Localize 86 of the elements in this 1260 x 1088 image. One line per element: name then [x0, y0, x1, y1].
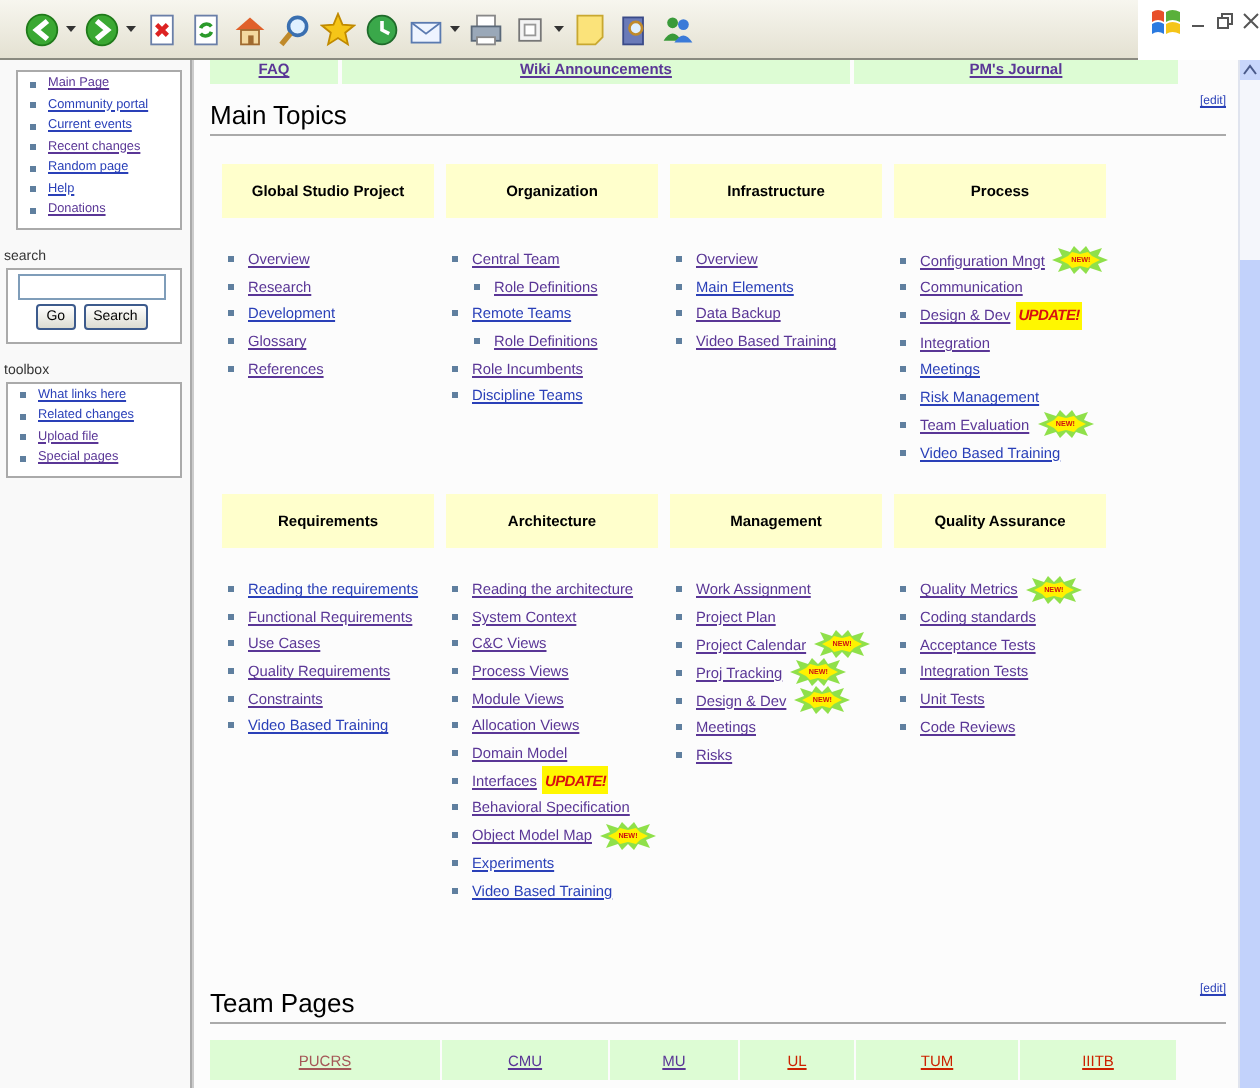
- bullet-icon: [228, 695, 234, 702]
- bullet-icon: [452, 749, 458, 756]
- star-icon[interactable]: [320, 11, 356, 47]
- bullet-icon: [20, 455, 26, 462]
- bullet-icon: [228, 668, 234, 675]
- bullet-icon: [228, 365, 234, 372]
- bullet-icon: [900, 696, 906, 703]
- bullet-icon: [900, 668, 906, 675]
- messenger-icon[interactable]: [660, 11, 696, 47]
- bullet-icon: [676, 586, 682, 593]
- bullet-icon: [30, 81, 36, 88]
- bullet-icon: [676, 338, 682, 345]
- bullet-icon: [228, 640, 234, 647]
- bullet-icon: [676, 724, 682, 731]
- bullet-icon: [228, 256, 234, 263]
- bullet-icon: [900, 641, 906, 648]
- bullet-icon: [474, 283, 480, 290]
- restore-icon[interactable]: [1216, 12, 1234, 30]
- bullet-icon: [452, 668, 458, 675]
- bullet-icon: [452, 887, 458, 894]
- caret-icon[interactable]: [554, 26, 564, 32]
- bullet-icon: [676, 310, 682, 317]
- section-heading: Main Topics: [210, 100, 347, 130]
- scroll-up-icon[interactable]: [1240, 60, 1260, 80]
- bullet-icon: [30, 186, 36, 193]
- bullet-icon: [30, 102, 36, 109]
- close-icon[interactable]: [1242, 12, 1260, 30]
- bullet-icon: [30, 144, 36, 151]
- bullet-icon: [676, 613, 682, 620]
- bullet-icon: [900, 586, 906, 593]
- bullet-icon: [228, 613, 234, 620]
- bullet-icon: [228, 310, 234, 317]
- history-icon[interactable]: [364, 11, 400, 47]
- bullet-icon: [900, 449, 906, 456]
- bullet-icon: [452, 310, 458, 317]
- bullet-icon: [452, 586, 458, 593]
- search-icon[interactable]: [276, 11, 312, 47]
- bullet-icon: [20, 392, 26, 399]
- bullet-icon: [30, 165, 36, 172]
- print-icon[interactable]: [468, 11, 504, 47]
- bullet-icon: [900, 421, 906, 428]
- bullet-icon: [20, 413, 26, 420]
- bullet-icon: [676, 697, 682, 704]
- bullet-icon: [676, 752, 682, 759]
- bullet-icon: [452, 640, 458, 647]
- back-icon[interactable]: [24, 11, 60, 47]
- bullet-icon: [452, 860, 458, 867]
- bullet-icon: [900, 366, 906, 373]
- bullet-icon: [452, 256, 458, 263]
- bullet-icon: [452, 365, 458, 372]
- bullet-icon: [900, 257, 906, 263]
- bullet-icon: [900, 339, 906, 346]
- bullet-icon: [452, 777, 458, 784]
- bullet-icon: [228, 586, 234, 593]
- bullet-icon: [676, 256, 682, 263]
- bullet-icon: [20, 434, 26, 441]
- forward-icon[interactable]: [84, 11, 120, 47]
- bullet-icon: [452, 392, 458, 399]
- bullet-icon: [452, 613, 458, 620]
- caret-icon[interactable]: [126, 26, 136, 32]
- stop-icon[interactable]: [144, 11, 180, 47]
- bullet-icon: [228, 283, 234, 290]
- bullet-icon: [676, 669, 682, 676]
- scrollbar-thumb[interactable]: [1240, 260, 1260, 1088]
- bullet-icon: [228, 722, 234, 729]
- bullet-icon: [900, 723, 906, 730]
- caret-icon[interactable]: [66, 26, 76, 32]
- search-field[interactable]: [18, 273, 166, 299]
- bullet-icon: [474, 338, 480, 345]
- refresh-icon[interactable]: [188, 11, 224, 47]
- bullet-icon: [452, 695, 458, 702]
- section-heading: Team Pages: [210, 987, 355, 1018]
- bullet-icon: [452, 832, 458, 839]
- bullet-icon: [452, 804, 458, 811]
- bullet-icon: [900, 394, 906, 401]
- bullet-icon: [228, 338, 234, 345]
- bullet-icon: [676, 283, 682, 290]
- windows-flag-icon: [1150, 8, 1182, 38]
- bullet-icon: [676, 641, 682, 648]
- bullet-icon: [452, 722, 458, 729]
- bullet-icon: [900, 614, 906, 621]
- bullet-icon: [30, 207, 36, 214]
- caret-icon[interactable]: [450, 26, 460, 32]
- bullet-icon: [900, 284, 906, 291]
- bullet-icon: [30, 123, 36, 130]
- bullet-icon: [900, 312, 906, 319]
